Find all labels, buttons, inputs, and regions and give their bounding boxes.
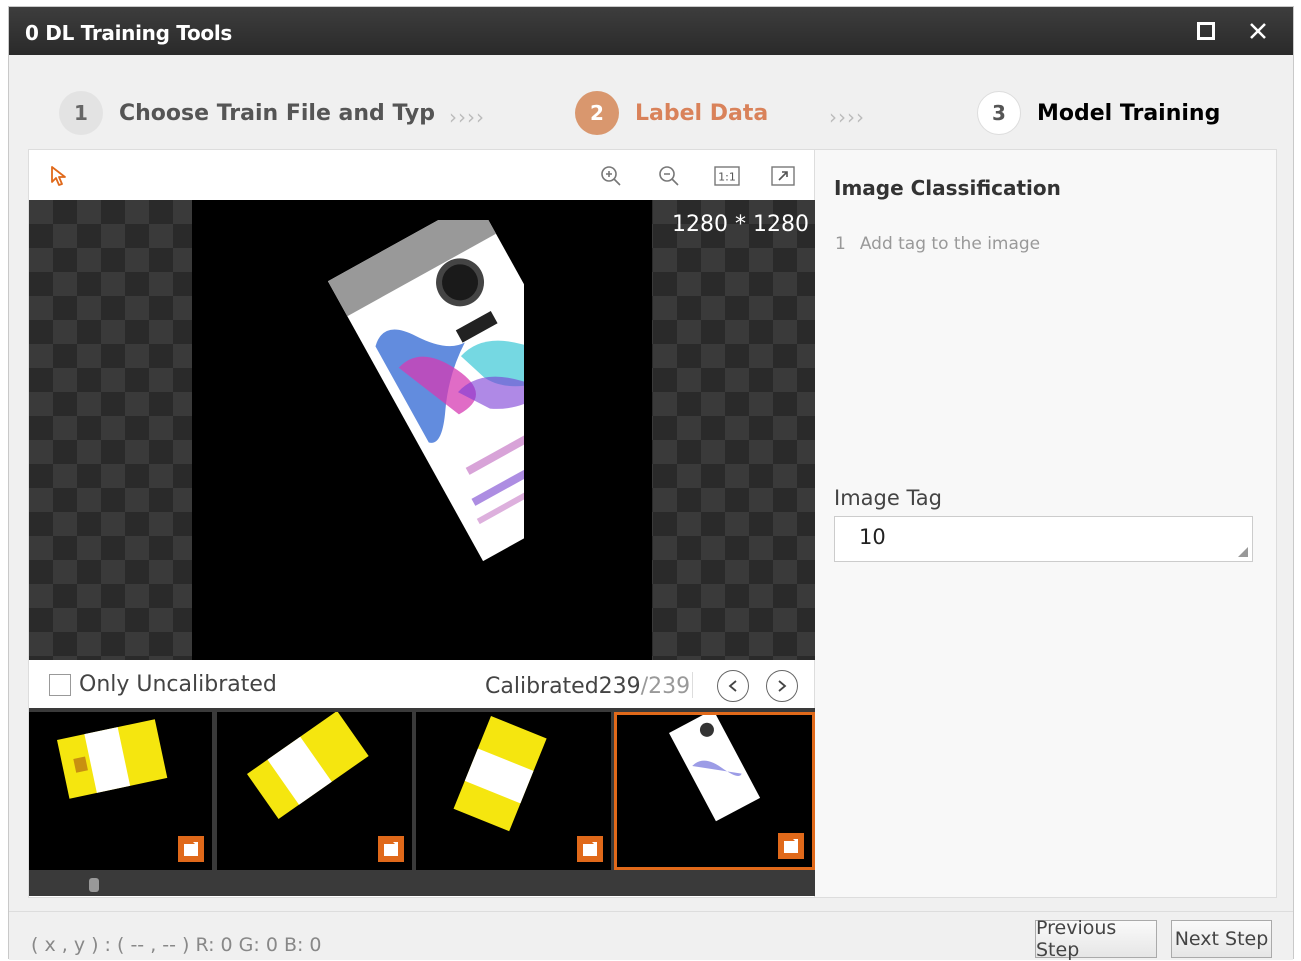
step-number: 1 (59, 91, 103, 135)
image-navigation-bar: Only Uncalibrated Calibrated239/239 (29, 660, 814, 708)
image-viewer[interactable]: 1280 * 1280 (29, 200, 815, 660)
scrollbar-handle[interactable] (89, 878, 99, 892)
instruction-text: Add tag to the image (859, 234, 1041, 254)
divider (692, 672, 693, 698)
title-bar: 0 DL Training Tools (9, 7, 1293, 55)
labeled-badge-icon (178, 836, 204, 862)
actual-size-button[interactable]: 1:1 (713, 162, 741, 190)
step-label-data[interactable]: 2 Label Data (575, 91, 768, 135)
checkbox-label: Only Uncalibrated (79, 672, 277, 697)
thumbnail-item-selected[interactable] (614, 712, 815, 870)
only-uncalibrated-checkbox[interactable]: Only Uncalibrated (49, 672, 277, 697)
image-resolution: 1280 * 1280 (672, 212, 809, 237)
pointer-arrow-icon (51, 166, 66, 186)
viewer-toolbar: 1:1 (29, 150, 814, 200)
thumbnail-item[interactable] (29, 712, 212, 870)
zoom-out-button[interactable] (655, 162, 683, 190)
step-model-training[interactable]: 3 Model Training (977, 91, 1220, 135)
thumbnail-item[interactable] (217, 712, 412, 870)
labeled-badge-icon (378, 836, 404, 862)
previous-step-button[interactable]: Previous Step (1035, 917, 1157, 961)
next-image-button[interactable] (766, 670, 798, 702)
classification-panel: Image Classification 1 Add tag to the ima… (815, 149, 1277, 898)
calibrated-count: Calibrated239/239 (485, 674, 690, 699)
window-title: 0 DL Training Tools (25, 21, 232, 45)
close-icon (1250, 23, 1266, 39)
step-number: 2 (575, 91, 619, 135)
pixel-coordinates: ( x , y ) : ( -- , -- ) R: 0 G: 0 B: 0 (31, 934, 322, 956)
chevron-left-icon (728, 680, 737, 692)
status-bar: ( x , y ) : ( -- , -- ) R: 0 G: 0 B: 0 P… (9, 911, 1293, 961)
image-tag-label: Image Tag (834, 486, 942, 510)
step-choose-train-file[interactable]: 1 Choose Train File and Typ (59, 91, 435, 135)
next-step-button[interactable]: Next Step (1171, 920, 1272, 958)
instruction-step: 1 Add tag to the image (835, 234, 1040, 254)
actual-size-icon: 1:1 (714, 166, 740, 186)
zoom-in-button[interactable] (597, 162, 625, 190)
step-separator: ›››› (829, 105, 865, 129)
step-number: 3 (977, 91, 1021, 135)
calibrated-done: Calibrated239 (485, 674, 641, 699)
step-separator: ›››› (449, 105, 485, 129)
thumbnail-item[interactable] (416, 712, 611, 870)
dl-training-window: 0 DL Training Tools 1 Choose Train File … (8, 6, 1294, 961)
step-label: Model Training (1037, 100, 1221, 126)
product-image (327, 220, 524, 562)
close-button[interactable] (1243, 17, 1273, 45)
select-tool-button[interactable] (45, 162, 73, 190)
zoom-in-icon (601, 166, 621, 186)
labeled-badge-icon (577, 836, 603, 862)
svg-text:1:1: 1:1 (718, 171, 736, 184)
panel-title: Image Classification (834, 176, 1061, 200)
step-label: Choose Train File and Typ (119, 100, 435, 126)
calibrated-total: /239 (640, 674, 691, 699)
previous-image-button[interactable] (717, 670, 749, 702)
labeled-badge-icon (778, 833, 804, 859)
wizard-steps: 1 Choose Train File and Typ ›››› 2 Label… (9, 55, 1293, 151)
thumbnail-scrollbar[interactable] (29, 874, 815, 896)
maximize-button[interactable] (1191, 17, 1221, 45)
chevron-right-icon (778, 680, 787, 692)
image-tag-input[interactable]: 10 (834, 516, 1253, 562)
zoom-out-icon (659, 166, 679, 186)
instruction-number: 1 (835, 234, 846, 254)
image-tag-value: 10 (859, 525, 886, 549)
maximize-icon (1197, 22, 1215, 40)
resize-handle-icon[interactable] (1238, 547, 1248, 557)
image-pane: 1:1 1280 * 1280 Only Uncalibrated Calibr… (28, 149, 815, 898)
fit-window-button[interactable] (769, 162, 797, 190)
step-label: Label Data (635, 100, 769, 126)
fit-window-icon (771, 166, 795, 186)
thumbnail-strip (29, 708, 815, 896)
checkbox-box (49, 673, 71, 696)
